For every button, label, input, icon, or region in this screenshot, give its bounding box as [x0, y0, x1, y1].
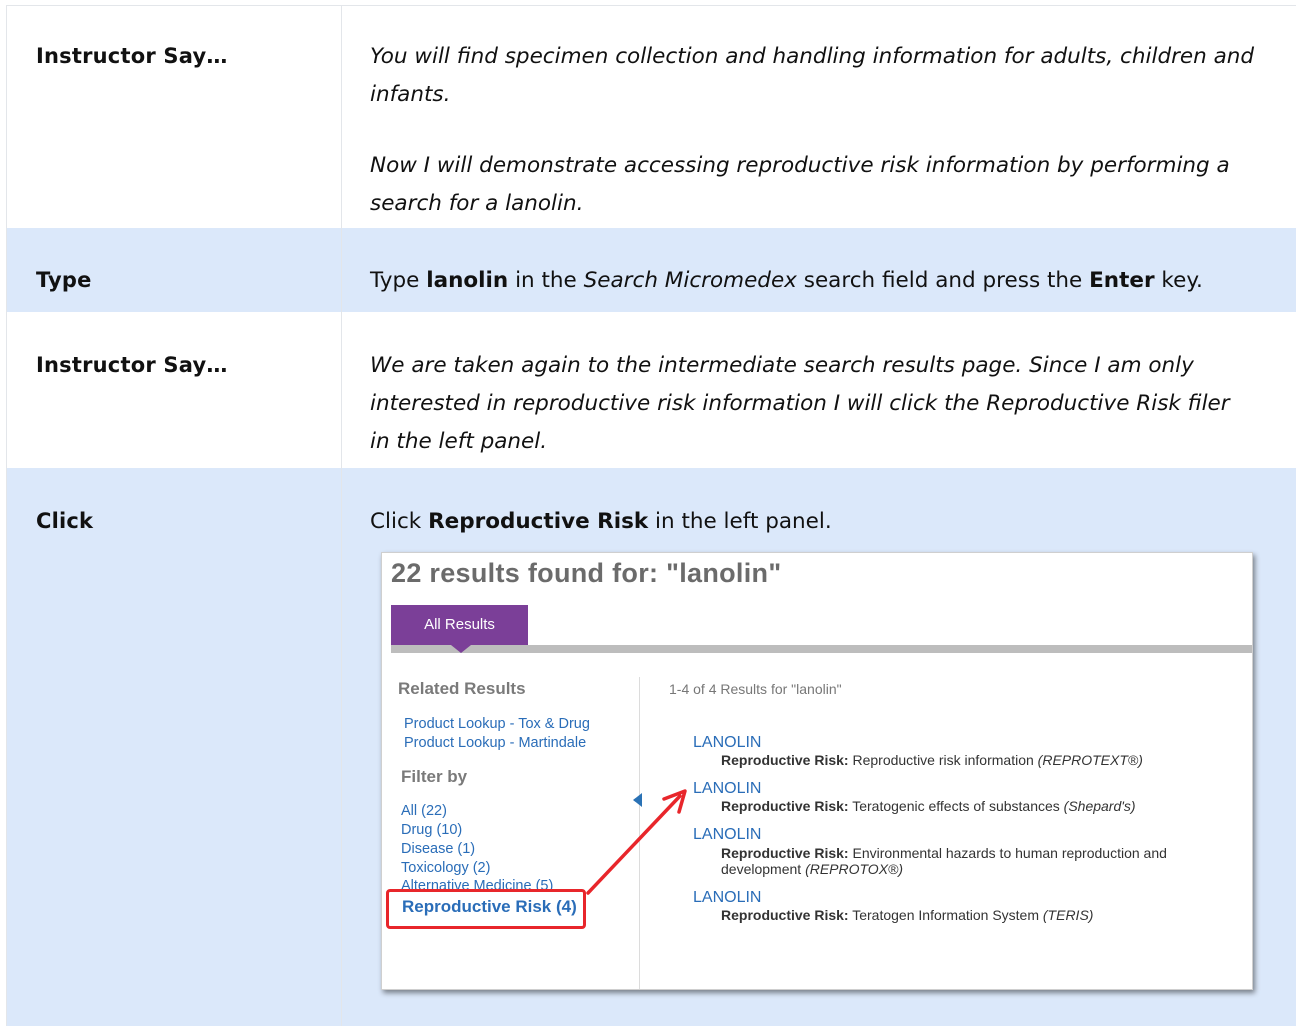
- instruction-paragraph: Now I will demonstrate accessing reprodu…: [370, 153, 1230, 216]
- row-content: Click Reproductive Risk in the left pane…: [370, 503, 1270, 541]
- key-name: Enter: [1089, 268, 1155, 293]
- search-term: lanolin: [426, 268, 509, 293]
- search-results-screenshot: 22 results found for: "lanolin" All Resu…: [381, 552, 1253, 990]
- instruction-row-say-1: Instructor Say… You will find specimen c…: [7, 6, 1296, 229]
- text: Click: [370, 509, 429, 534]
- text: key.: [1154, 268, 1203, 293]
- target-name: Reproductive Risk: [428, 509, 649, 534]
- text: in the left panel.: [648, 509, 832, 534]
- text: Type: [370, 268, 427, 293]
- row-label: Click: [36, 509, 94, 533]
- instruction-row-say-2: Instructor Say… We are taken again to th…: [7, 312, 1296, 469]
- annotation-arrow-icon: [586, 789, 687, 895]
- row-content: You will find specimen collection and ha…: [370, 38, 1270, 223]
- text: search field and press the: [796, 268, 1090, 293]
- text: in the: [508, 268, 584, 293]
- row-label: Instructor Say…: [36, 353, 228, 377]
- instruction-row-type: Type Type lanolin in the Search Micromed…: [7, 228, 1296, 313]
- row-label: Instructor Say…: [36, 44, 228, 68]
- row-content: Type lanolin in the Search Micromedex se…: [370, 262, 1270, 300]
- row-content: We are taken again to the intermediate s…: [370, 353, 1230, 454]
- field-name: Search Micromedex: [583, 268, 797, 293]
- instruction-paragraph: You will find specimen collection and ha…: [370, 44, 1255, 107]
- row-label: Type: [36, 268, 92, 292]
